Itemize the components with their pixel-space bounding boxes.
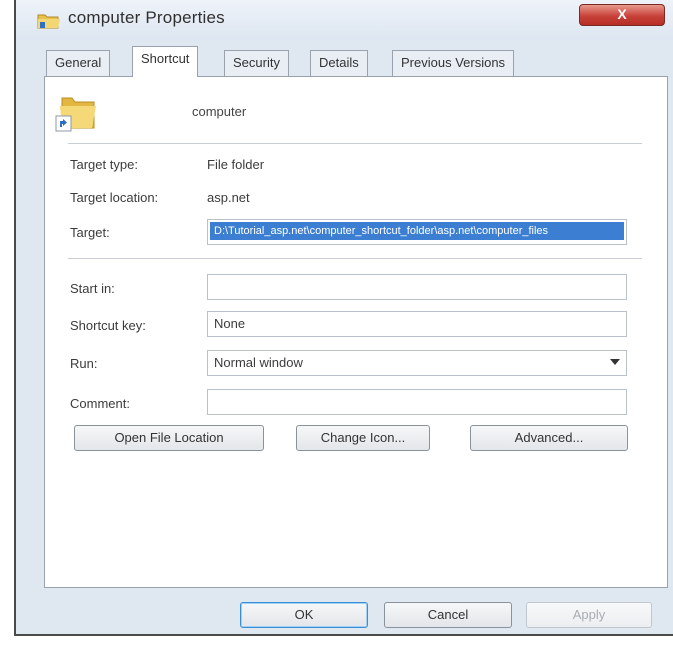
run-select[interactable]: Normal window — [207, 350, 627, 376]
target-label: Target: — [70, 225, 110, 240]
cancel-button[interactable]: Cancel — [384, 602, 512, 628]
shortcut-name: computer — [192, 104, 247, 119]
change-icon-button[interactable]: Change Icon... — [296, 425, 430, 451]
advanced-button[interactable]: Advanced... — [470, 425, 628, 451]
shortcut-key-label: Shortcut key: — [70, 318, 146, 333]
comment-input[interactable] — [207, 389, 627, 415]
shortcut-arrow-icon — [55, 115, 72, 132]
target-selected-text: D:\Tutorial_asp.net\computer_shortcut_fo… — [210, 222, 624, 240]
ok-button[interactable]: OK — [240, 602, 368, 628]
target-location-value: asp.net — [207, 190, 250, 205]
close-button[interactable]: X — [579, 4, 665, 26]
start-in-label: Start in: — [70, 281, 115, 296]
target-type-label: Target type: — [70, 157, 138, 172]
chevron-down-icon — [610, 359, 620, 365]
tab-details[interactable]: Details — [310, 50, 368, 76]
tab-previous-versions[interactable]: Previous Versions — [392, 50, 515, 76]
target-input[interactable]: D:\Tutorial_asp.net\computer_shortcut_fo… — [207, 219, 627, 245]
tab-security[interactable]: Security — [224, 50, 289, 76]
comment-label: Comment: — [70, 396, 130, 411]
separator — [68, 258, 642, 259]
separator — [68, 143, 642, 144]
target-type-value: File folder — [207, 157, 265, 172]
target-location-label: Target location: — [70, 190, 159, 205]
folder-shortcut-icon — [37, 14, 60, 29]
folder-icon — [55, 97, 96, 132]
title-bar[interactable]: computer Properties X — [16, 0, 673, 40]
start-in-input[interactable] — [207, 274, 627, 300]
tab-shortcut[interactable]: Shortcut — [132, 46, 199, 77]
window-title: computer Properties — [68, 8, 225, 27]
open-file-location-button[interactable]: Open File Location — [74, 425, 264, 451]
run-selected-value: Normal window — [214, 355, 303, 370]
run-label: Run: — [70, 356, 98, 371]
properties-dialog: computer Properties X General Shortcut S… — [14, 0, 673, 636]
shortcut-key-input[interactable]: None — [207, 311, 627, 337]
apply-button[interactable]: Apply — [526, 602, 652, 628]
tab-general[interactable]: General — [46, 50, 111, 76]
